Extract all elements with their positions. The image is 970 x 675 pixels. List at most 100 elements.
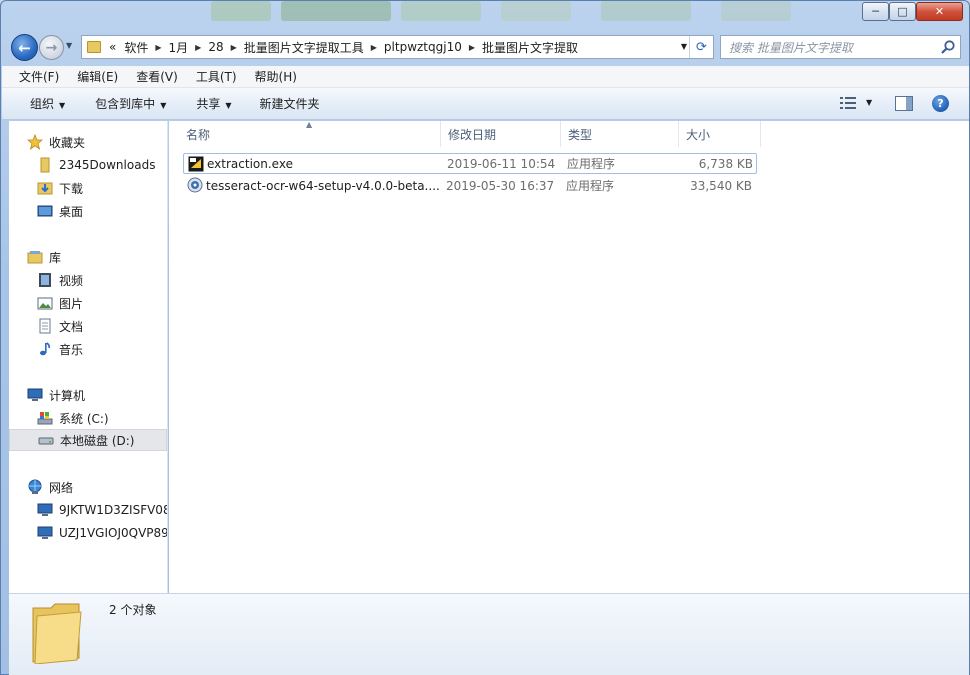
maximize-button[interactable]: □ bbox=[889, 2, 916, 21]
minimize-button[interactable]: ─ bbox=[862, 2, 889, 21]
menu-tools[interactable]: 工具(T) bbox=[187, 68, 246, 85]
column-label: 大小 bbox=[686, 127, 711, 142]
menu-view[interactable]: 查看(V) bbox=[127, 68, 187, 85]
navigation-bar: ← → ▼ « 软件 ▶ 1月 ▶ 28 ▶ 批量图片文字提取工具 ▶ pltp… bbox=[1, 31, 969, 63]
system-drive-icon bbox=[37, 412, 53, 425]
pictures-icon bbox=[37, 297, 53, 310]
breadcrumb-item[interactable]: 批量图片文字提取工具 bbox=[240, 39, 368, 56]
details-pane: 2 个对象 bbox=[9, 593, 969, 675]
title-blur-strip bbox=[401, 1, 481, 21]
view-options-icon[interactable] bbox=[840, 96, 856, 110]
folder-icon bbox=[40, 157, 50, 173]
history-dropdown-icon[interactable]: ▼ bbox=[66, 41, 72, 50]
sidebar-label: 计算机 bbox=[49, 388, 86, 403]
sidebar-label: 网络 bbox=[49, 480, 74, 495]
navigation-pane: 收藏夹 2345Downloads 下载 桌面 库 视频 图片 文档 音乐 计算… bbox=[9, 121, 168, 593]
column-header-type[interactable]: 类型 bbox=[561, 121, 679, 147]
music-icon bbox=[40, 342, 51, 356]
file-size: 33,540 KB bbox=[690, 178, 752, 193]
organize-button[interactable]: 组织 ▼ bbox=[18, 95, 77, 112]
breadcrumb-separator-icon[interactable]: ▶ bbox=[192, 43, 204, 52]
breadcrumb-separator-icon[interactable]: ▶ bbox=[152, 43, 164, 52]
minimize-icon: ─ bbox=[872, 5, 879, 18]
help-icon[interactable]: ? bbox=[932, 95, 949, 112]
forward-arrow-icon: → bbox=[45, 39, 58, 56]
network-computer-icon bbox=[37, 526, 53, 539]
chevron-down-icon: ▼ bbox=[225, 101, 232, 110]
sidebar-item-videos[interactable]: 视频 bbox=[37, 269, 167, 291]
sidebar-label: 视频 bbox=[59, 273, 84, 288]
sidebar-item-network-host[interactable]: 9JKTW1D3ZISFV08 bbox=[37, 499, 168, 521]
sidebar-item-pictures[interactable]: 图片 bbox=[37, 292, 167, 314]
address-bar[interactable]: « 软件 ▶ 1月 ▶ 28 ▶ 批量图片文字提取工具 ▶ pltpwztqgj… bbox=[81, 35, 714, 59]
view-dropdown-icon[interactable]: ▼ bbox=[866, 98, 872, 107]
network-icon bbox=[28, 479, 42, 494]
menu-help[interactable]: 帮助(H) bbox=[246, 68, 306, 85]
breadcrumb-item[interactable]: pltpwztqgj10 bbox=[380, 40, 466, 54]
command-bar: 组织 ▼ 包含到库中 ▼ 共享 ▼ 新建文件夹 ▼ ? bbox=[2, 88, 969, 120]
close-button[interactable]: ✕ bbox=[916, 2, 963, 21]
breadcrumb-item[interactable]: 28 bbox=[204, 40, 227, 54]
breadcrumb-item[interactable]: 1月 bbox=[165, 39, 193, 56]
sidebar-item-music[interactable]: 音乐 bbox=[37, 338, 167, 360]
breadcrumb-overflow[interactable]: « bbox=[105, 40, 120, 54]
chevron-down-icon: ▼ bbox=[160, 101, 167, 110]
menu-edit[interactable]: 编辑(E) bbox=[68, 68, 127, 85]
share-label: 共享 bbox=[196, 97, 221, 111]
search-placeholder: 搜索 批量图片文字提取 bbox=[729, 40, 853, 55]
sidebar-label: 9JKTW1D3ZISFV08 bbox=[59, 503, 168, 517]
title-bar[interactable]: ─ □ ✕ bbox=[1, 1, 969, 29]
column-header-size[interactable]: 大小 bbox=[679, 121, 761, 147]
column-header-date[interactable]: 修改日期 bbox=[441, 121, 561, 147]
sidebar-item-computer[interactable]: 计算机 bbox=[27, 384, 167, 406]
share-button[interactable]: 共享 ▼ bbox=[184, 95, 243, 112]
sidebar-label: 收藏夹 bbox=[49, 135, 86, 150]
sidebar-item-documents[interactable]: 文档 bbox=[37, 315, 167, 337]
sidebar-item-2345downloads[interactable]: 2345Downloads bbox=[37, 154, 167, 176]
table-row[interactable]: tesseract-ocr-w64-setup-v4.0.0-beta.... … bbox=[183, 175, 757, 196]
back-button[interactable]: ← bbox=[11, 34, 38, 61]
item-count: 2 个对象 bbox=[109, 603, 157, 617]
network-computer-icon bbox=[37, 503, 53, 516]
breadcrumb-separator-icon[interactable]: ▶ bbox=[466, 43, 478, 52]
sidebar-item-desktop[interactable]: 桌面 bbox=[37, 200, 167, 222]
sidebar-item-network-host[interactable]: UZJ1VGIOJ0QVP89 bbox=[37, 522, 167, 544]
search-input[interactable]: 搜索 批量图片文字提取 bbox=[720, 35, 961, 59]
menu-file[interactable]: 文件(F) bbox=[10, 68, 68, 85]
preview-pane-icon[interactable] bbox=[895, 96, 913, 111]
forward-button[interactable]: → bbox=[39, 35, 64, 60]
sidebar-item-drive-c[interactable]: 系统 (C:) bbox=[37, 407, 167, 429]
title-blur-strip bbox=[281, 1, 391, 21]
folder-icon bbox=[32, 603, 82, 664]
sidebar-item-downloads[interactable]: 下载 bbox=[37, 177, 167, 199]
exe-icon bbox=[188, 156, 204, 172]
column-label: 类型 bbox=[568, 127, 593, 142]
file-name: extraction.exe bbox=[207, 156, 293, 171]
sidebar-item-drive-d[interactable]: 本地磁盘 (D:) bbox=[9, 429, 167, 451]
address-dropdown-icon[interactable]: ▼ bbox=[681, 42, 687, 51]
sidebar-item-favorites[interactable]: 收藏夹 bbox=[27, 131, 167, 153]
chevron-down-icon: ▼ bbox=[59, 101, 66, 110]
column-label: 名称 bbox=[186, 127, 211, 142]
table-row[interactable]: extraction.exe 2019-06-11 10:54 应用程序 6,7… bbox=[183, 153, 757, 174]
file-name: tesseract-ocr-w64-setup-v4.0.0-beta.... bbox=[206, 178, 440, 193]
sidebar-label: 图片 bbox=[59, 296, 84, 311]
sidebar-item-network[interactable]: 网络 bbox=[27, 476, 167, 498]
sidebar-label: 库 bbox=[49, 250, 62, 265]
sidebar-label: 下载 bbox=[59, 181, 84, 196]
include-in-library-label: 包含到库中 bbox=[95, 97, 156, 111]
breadcrumb-item[interactable]: 软件 bbox=[120, 39, 152, 56]
new-folder-button[interactable]: 新建文件夹 bbox=[248, 95, 332, 112]
close-icon: ✕ bbox=[934, 5, 945, 18]
sidebar-item-libraries[interactable]: 库 bbox=[27, 246, 167, 268]
column-header-name[interactable]: 名称 bbox=[179, 121, 441, 147]
sidebar-label: 本地磁盘 (D:) bbox=[60, 433, 135, 448]
refresh-button[interactable]: ⟳ bbox=[689, 36, 713, 58]
search-icon[interactable] bbox=[940, 39, 956, 55]
include-in-library-button[interactable]: 包含到库中 ▼ bbox=[83, 95, 178, 112]
breadcrumb-item[interactable]: 批量图片文字提取 bbox=[478, 39, 582, 56]
maximize-icon: □ bbox=[897, 5, 908, 18]
breadcrumb-separator-icon[interactable]: ▶ bbox=[228, 43, 240, 52]
breadcrumb-separator-icon[interactable]: ▶ bbox=[368, 43, 380, 52]
sidebar-label: 2345Downloads bbox=[59, 158, 156, 172]
